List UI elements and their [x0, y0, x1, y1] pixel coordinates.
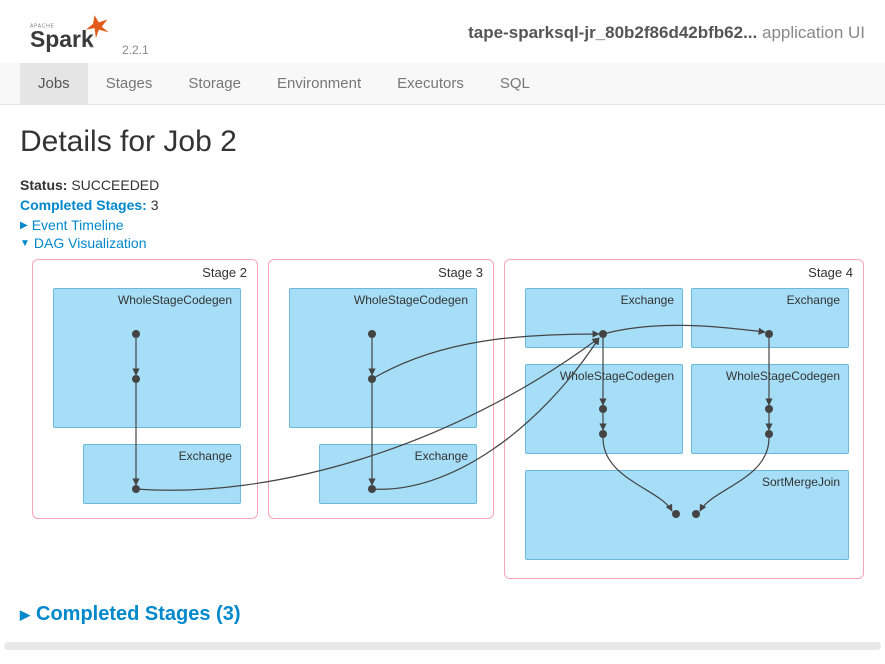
- caret-right-icon: ▶: [20, 220, 28, 231]
- dag-node-exchange[interactable]: Exchange: [83, 444, 241, 504]
- caret-right-icon: ▶: [20, 607, 30, 623]
- event-timeline-toggle[interactable]: ▶ Event Timeline: [20, 217, 865, 233]
- dag-node-wholestagecodegen[interactable]: WholeStageCodegen: [691, 364, 849, 454]
- dag-visualization: Stage 2 WholeStageCodegen Exchange Stage…: [20, 259, 864, 579]
- completed-row: Completed Stages: 3: [20, 197, 865, 213]
- tab-stages[interactable]: Stages: [88, 63, 171, 104]
- stage-label: Stage 2: [202, 265, 247, 280]
- dag-node-exchange[interactable]: Exchange: [319, 444, 477, 504]
- dag-node-exchange[interactable]: Exchange: [691, 288, 849, 348]
- tab-sql[interactable]: SQL: [482, 63, 548, 104]
- page-title: Details for Job 2: [20, 125, 865, 159]
- stage-box-4[interactable]: Stage 4 Exchange Exchange WholeStageCode…: [504, 259, 864, 579]
- spark-logo: APACHE Spark ™ 2.2.1: [30, 8, 149, 57]
- status-value: SUCCEEDED: [71, 177, 159, 193]
- dag-node-wholestagecodegen[interactable]: WholeStageCodegen: [525, 364, 683, 454]
- app-name: tape-sparksql-jr_80b2f86d42bfb62...: [468, 23, 757, 42]
- version-label: 2.2.1: [122, 43, 149, 57]
- stage-label: Stage 3: [438, 265, 483, 280]
- tab-environment[interactable]: Environment: [259, 63, 379, 104]
- svg-text:™: ™: [89, 46, 94, 52]
- dag-visualization-label: DAG Visualization: [34, 235, 147, 251]
- app-title: tape-sparksql-jr_80b2f86d42bfb62... appl…: [149, 23, 865, 43]
- completed-stages-section-label: Completed Stages (3): [36, 603, 240, 626]
- stage-box-2[interactable]: Stage 2 WholeStageCodegen Exchange: [32, 259, 258, 519]
- dag-node-sortmergejoin[interactable]: SortMergeJoin: [525, 470, 849, 560]
- stage-label: Stage 4: [808, 265, 853, 280]
- app-suffix: application UI: [757, 23, 865, 42]
- stage-box-3[interactable]: Stage 3 WholeStageCodegen Exchange: [268, 259, 494, 519]
- completed-stages-label[interactable]: Completed Stages:: [20, 197, 147, 213]
- dag-node-wholestagecodegen[interactable]: WholeStageCodegen: [53, 288, 241, 428]
- completed-stages-section-toggle[interactable]: ▶ Completed Stages (3): [20, 603, 865, 626]
- dag-node-exchange[interactable]: Exchange: [525, 288, 683, 348]
- status-row: Status: SUCCEEDED: [20, 177, 865, 193]
- event-timeline-label: Event Timeline: [32, 217, 124, 233]
- nav-tabs: Jobs Stages Storage Environment Executor…: [0, 63, 885, 105]
- tab-jobs[interactable]: Jobs: [20, 63, 88, 104]
- completed-stages-count: 3: [151, 197, 159, 213]
- tab-executors[interactable]: Executors: [379, 63, 482, 104]
- caret-down-icon: ▼: [20, 238, 30, 249]
- dag-node-wholestagecodegen[interactable]: WholeStageCodegen: [289, 288, 477, 428]
- svg-text:Spark: Spark: [30, 26, 94, 52]
- dag-visualization-toggle[interactable]: ▼ DAG Visualization: [20, 235, 865, 251]
- tab-storage[interactable]: Storage: [170, 63, 259, 104]
- status-label: Status:: [20, 177, 67, 193]
- horizontal-scrollbar[interactable]: [4, 642, 881, 650]
